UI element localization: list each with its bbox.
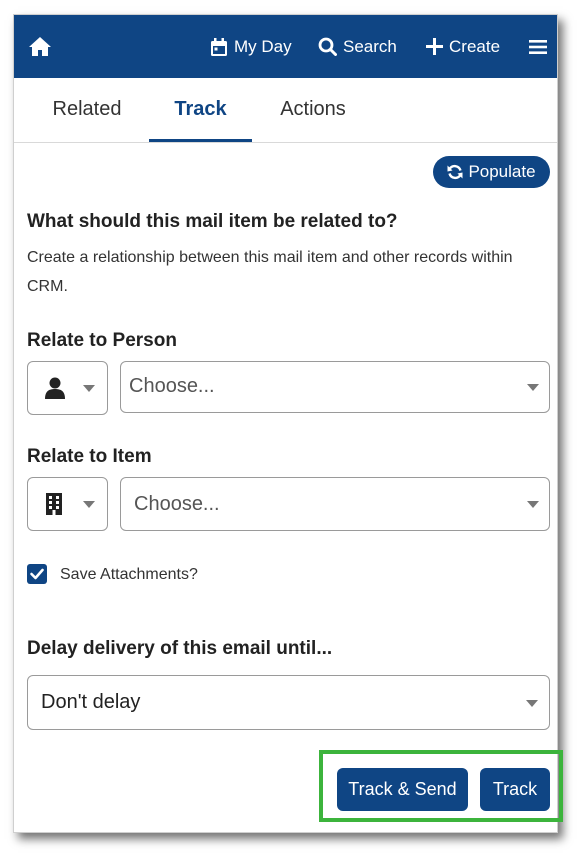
- relate-description: Create a relationship between this mail …: [27, 249, 513, 295]
- delay-select-value: Don't delay: [41, 691, 141, 713]
- save-attachments-checkbox[interactable]: [27, 564, 47, 584]
- tab-related[interactable]: Related: [41, 78, 133, 141]
- crm-addin-panel: My Day Search Create Related Track Actio…: [13, 14, 563, 833]
- person-select[interactable]: Choose...: [120, 361, 550, 413]
- tab-bar: Related Track Actions: [14, 78, 557, 143]
- delay-label: Delay delivery of this email until...: [27, 638, 333, 659]
- chevron-down-icon: [83, 385, 95, 392]
- top-nav-bar: My Day Search Create: [14, 15, 557, 78]
- item-type-dropdown[interactable]: [27, 477, 108, 531]
- checkmark-icon: [30, 568, 44, 580]
- track-and-send-button[interactable]: Track & Send: [337, 768, 468, 811]
- hamburger-menu-icon[interactable]: [529, 15, 553, 78]
- chevron-down-icon: [83, 501, 95, 508]
- search-icon: [318, 37, 337, 56]
- create-label: Create: [449, 36, 501, 56]
- relate-item-label: Relate to Item: [27, 446, 152, 467]
- populate-button[interactable]: Populate: [433, 156, 550, 188]
- tab-track[interactable]: Track: [149, 78, 252, 142]
- person-type-dropdown[interactable]: [27, 361, 108, 415]
- refresh-icon: [447, 164, 463, 180]
- calendar-icon: [211, 37, 227, 56]
- chevron-down-icon: [527, 384, 539, 391]
- search-button[interactable]: Search: [318, 15, 397, 78]
- track-button[interactable]: Track: [480, 768, 550, 811]
- item-select-placeholder: Choose...: [134, 493, 220, 515]
- building-icon: [46, 493, 62, 515]
- relate-heading: What should this mail item be related to…: [27, 211, 398, 232]
- plus-icon: [426, 38, 443, 55]
- search-label: Search: [343, 36, 397, 56]
- create-button[interactable]: Create: [426, 15, 500, 78]
- chevron-down-icon: [527, 501, 539, 508]
- my-day-button[interactable]: My Day: [210, 15, 292, 78]
- person-select-placeholder: Choose...: [129, 375, 215, 397]
- delay-select[interactable]: Don't delay: [27, 675, 550, 730]
- my-day-label: My Day: [234, 36, 292, 56]
- home-icon[interactable]: [28, 35, 52, 57]
- chevron-down-icon: [526, 700, 538, 707]
- item-select[interactable]: Choose...: [120, 477, 550, 531]
- save-attachments-label: Save Attachments?: [60, 566, 198, 583]
- populate-label: Populate: [468, 162, 536, 181]
- person-icon: [45, 377, 65, 399]
- relate-person-label: Relate to Person: [27, 330, 177, 351]
- tab-actions[interactable]: Actions: [265, 78, 361, 141]
